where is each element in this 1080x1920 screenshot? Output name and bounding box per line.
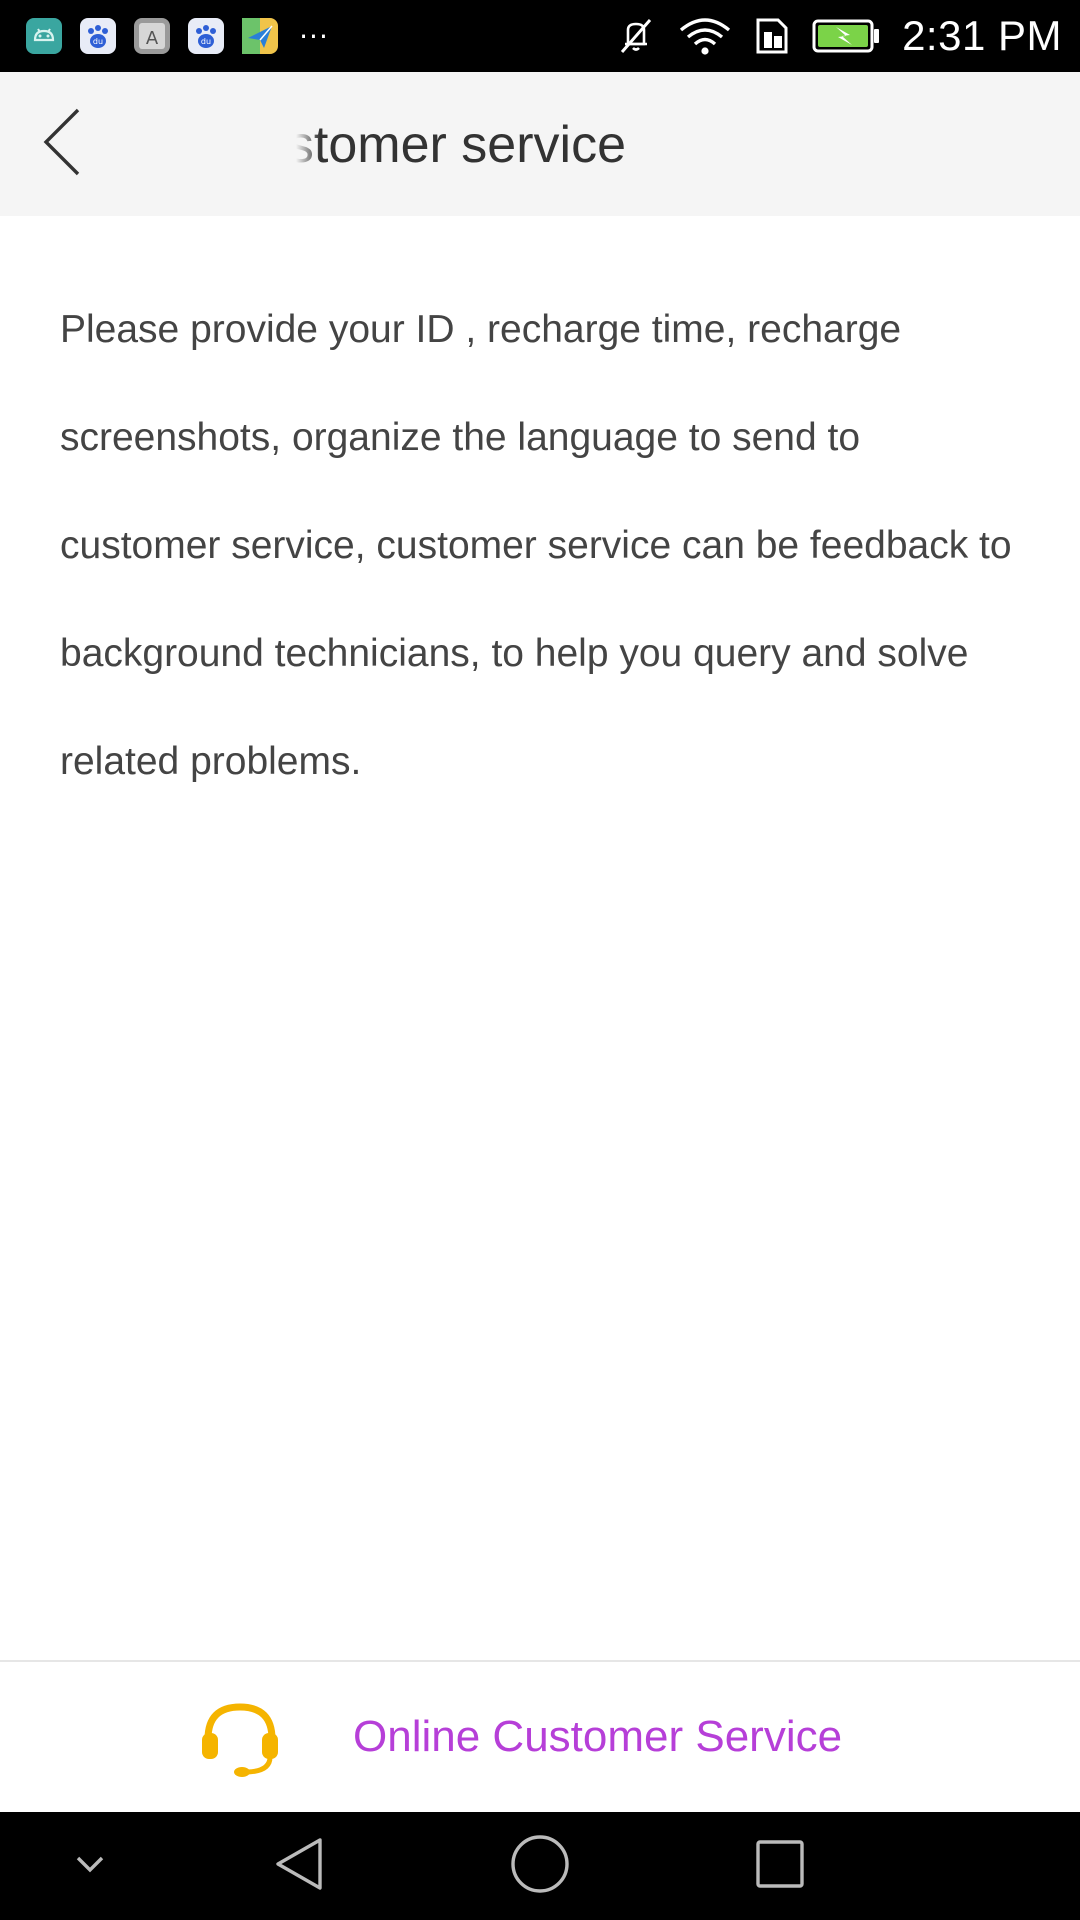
title-bar: Customer service <box>0 72 1080 216</box>
android-app-icon <box>26 18 62 54</box>
hide-keyboard-icon <box>74 1852 106 1880</box>
home-circle-icon <box>509 1833 571 1899</box>
instructions-panel: Please provide your ID , recharge time, … <box>60 308 1020 816</box>
recents-square-icon <box>754 1838 806 1894</box>
svg-text:du: du <box>93 37 103 46</box>
back-button[interactable] <box>20 100 104 188</box>
battery-charging-icon <box>812 18 880 54</box>
sim-icon <box>754 16 790 56</box>
wifi-icon <box>678 16 732 56</box>
font-app-icon: A <box>134 18 170 54</box>
online-customer-service-button[interactable]: Online Customer Service <box>195 1682 915 1792</box>
online-customer-service-label: Online Customer Service <box>353 1712 843 1761</box>
page-title-container: Customer service <box>296 110 776 180</box>
nav-back-button[interactable] <box>260 1812 340 1920</box>
nav-recents-button[interactable] <box>740 1812 820 1920</box>
title-fade-edge <box>296 110 320 180</box>
nav-home-button[interactable] <box>500 1812 580 1920</box>
more-notifications-icon: ··· <box>299 19 329 53</box>
notification-icons: du A du ··· <box>26 18 332 54</box>
status-bar: du A du ··· 2:31 PM <box>0 0 1080 72</box>
bottom-action-bar: Online Customer Service <box>0 1660 1080 1812</box>
mute-icon <box>616 16 656 56</box>
back-triangle-icon <box>270 1834 330 1898</box>
maps-send-icon <box>242 18 278 54</box>
chevron-left-icon <box>40 106 84 182</box>
svg-text:A: A <box>146 28 159 49</box>
svg-text:du: du <box>201 37 211 46</box>
system-status: 2:31 PM <box>616 10 1062 62</box>
hide-keyboard-button[interactable] <box>60 1812 120 1920</box>
page-title: Customer service <box>296 116 626 174</box>
instructions-text: Please provide your ID , recharge time, … <box>60 308 1012 783</box>
headset-icon <box>195 1692 285 1782</box>
system-nav-bar <box>0 1812 1080 1920</box>
baidu-icon: du <box>188 18 224 54</box>
status-time: 2:31 PM <box>902 12 1062 59</box>
baidu-icon: du <box>80 18 116 54</box>
